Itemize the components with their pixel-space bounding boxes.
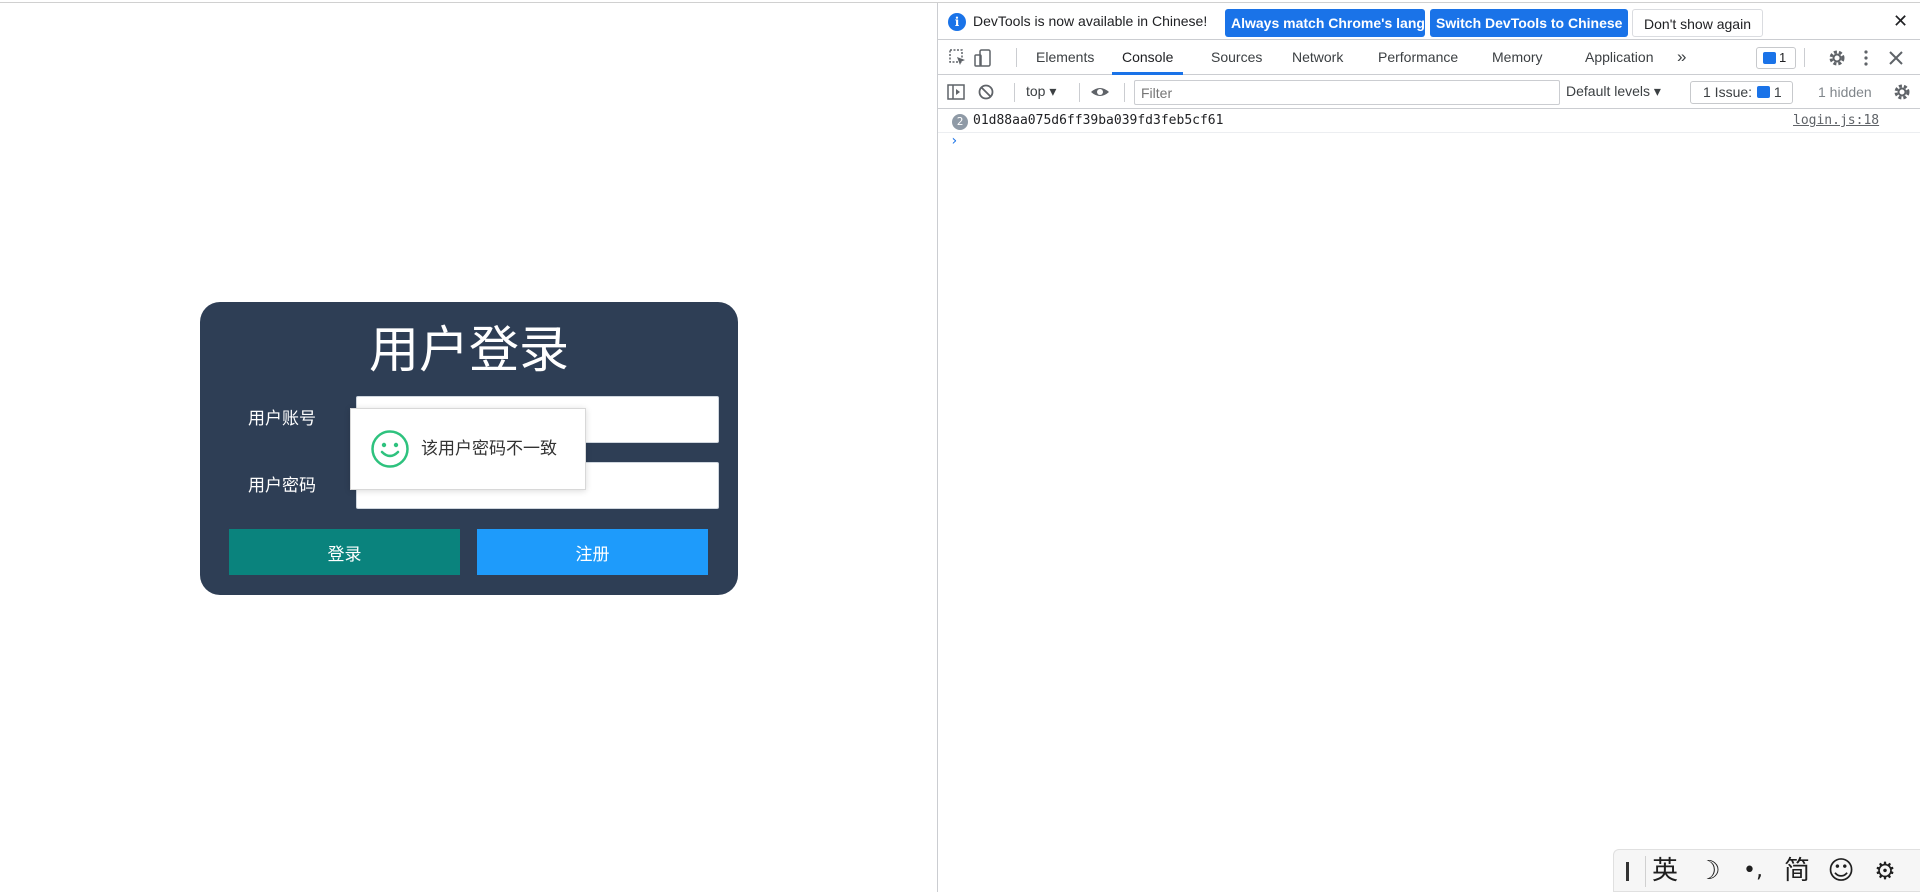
ime-settings-icon[interactable]: ⚙ <box>1870 856 1900 886</box>
screen: 用户登录 用户账号 用户密码 登录 注册 该用户密码不一致 i DevTools… <box>0 0 1920 892</box>
devtools-tabbar: Elements Console Sources Network Perform… <box>938 40 1920 75</box>
issue-icon <box>1757 86 1771 98</box>
filter-input[interactable] <box>1134 80 1560 105</box>
dont-show-again-button[interactable]: Don't show again <box>1632 9 1763 37</box>
messages-badge[interactable]: 1 <box>1756 47 1796 69</box>
console-settings-gear-icon[interactable] <box>1892 82 1912 102</box>
hidden-count: 1 hidden <box>1818 84 1872 100</box>
login-button[interactable]: 登录 <box>229 529 460 575</box>
toast-text: 该用户密码不一致 <box>421 439 557 459</box>
smile-icon <box>371 430 409 468</box>
tab-separator <box>1804 48 1805 67</box>
clear-console-icon[interactable] <box>976 82 996 102</box>
kebab-menu-icon[interactable] <box>1856 48 1876 68</box>
log-levels-dropdown[interactable]: Default levels ▾ <box>1566 83 1661 100</box>
console-message-row[interactable]: 2 01d88aa075d6ff39ba039fd3feb5cf61 login… <box>938 109 1920 133</box>
toolbar-separator <box>1014 83 1015 102</box>
issues-button[interactable]: 1 Issue: 1 <box>1690 81 1793 104</box>
more-tabs-icon[interactable]: » <box>1667 40 1696 75</box>
infobar-text: DevTools is now available in Chinese! <box>973 13 1208 29</box>
console-message-text: 01d88aa075d6ff39ba039fd3feb5cf61 <box>973 113 1224 128</box>
toolbar-separator <box>1124 83 1125 102</box>
toolbar-separator <box>1079 83 1080 102</box>
tab-performance[interactable]: Performance <box>1368 40 1468 75</box>
account-label: 用户账号 <box>248 409 316 429</box>
sidebar-toggle-icon[interactable] <box>946 82 966 102</box>
repeat-count-badge: 2 <box>952 114 968 130</box>
tab-sources[interactable]: Sources <box>1201 40 1272 75</box>
ime-language-toggle[interactable]: 英 <box>1650 856 1680 886</box>
moon-icon[interactable]: ☽ <box>1694 856 1724 886</box>
punctuation-icon[interactable]: •, <box>1738 856 1768 886</box>
context-select[interactable]: top ▾ <box>1026 83 1056 100</box>
info-icon: i <box>948 13 966 31</box>
console-source-link[interactable]: login.js:18 <box>1793 113 1879 128</box>
toast-message: 该用户密码不一致 <box>350 408 586 490</box>
close-devtools-icon[interactable] <box>1886 48 1906 68</box>
language-infobar: i DevTools is now available in Chinese! … <box>938 3 1920 40</box>
issues-label: 1 Issue: <box>1703 84 1753 100</box>
switch-to-chinese-button[interactable]: Switch DevTools to Chinese <box>1430 9 1628 37</box>
ime-drag-handle[interactable] <box>1626 862 1629 881</box>
ime-toolbar: 英 ☽ •, 简 ☺ ⚙ <box>1613 849 1920 892</box>
inspect-element-icon[interactable] <box>948 48 968 68</box>
live-expression-eye-icon[interactable] <box>1090 82 1110 102</box>
settings-gear-icon[interactable] <box>1827 48 1847 68</box>
tab-elements[interactable]: Elements <box>1026 40 1104 75</box>
tab-console[interactable]: Console <box>1112 40 1184 75</box>
tab-network[interactable]: Network <box>1282 40 1353 75</box>
console-toolbar: top ▾ Default levels ▾ 1 Issue: 1 1 hidd… <box>938 75 1920 109</box>
login-title: 用户登录 <box>369 321 569 379</box>
tab-separator <box>1016 48 1017 67</box>
issues-count: 1 <box>1773 84 1782 100</box>
devtools-panel: i DevTools is now available in Chinese! … <box>937 3 1920 892</box>
password-label: 用户密码 <box>248 476 316 496</box>
console-prompt[interactable]: › <box>950 133 958 149</box>
tab-application[interactable]: Application <box>1575 40 1664 75</box>
close-infobar-icon[interactable]: ✕ <box>1893 11 1908 32</box>
messages-count: 1 <box>1779 50 1787 65</box>
ime-separator <box>1645 856 1646 887</box>
device-toolbar-icon[interactable] <box>973 48 993 68</box>
register-button[interactable]: 注册 <box>477 529 708 575</box>
always-match-language-button[interactable]: Always match Chrome's language <box>1225 9 1458 37</box>
message-icon <box>1763 52 1776 64</box>
emoji-icon[interactable]: ☺ <box>1826 856 1856 886</box>
tab-memory[interactable]: Memory <box>1482 40 1553 75</box>
simplified-toggle[interactable]: 简 <box>1782 856 1812 886</box>
